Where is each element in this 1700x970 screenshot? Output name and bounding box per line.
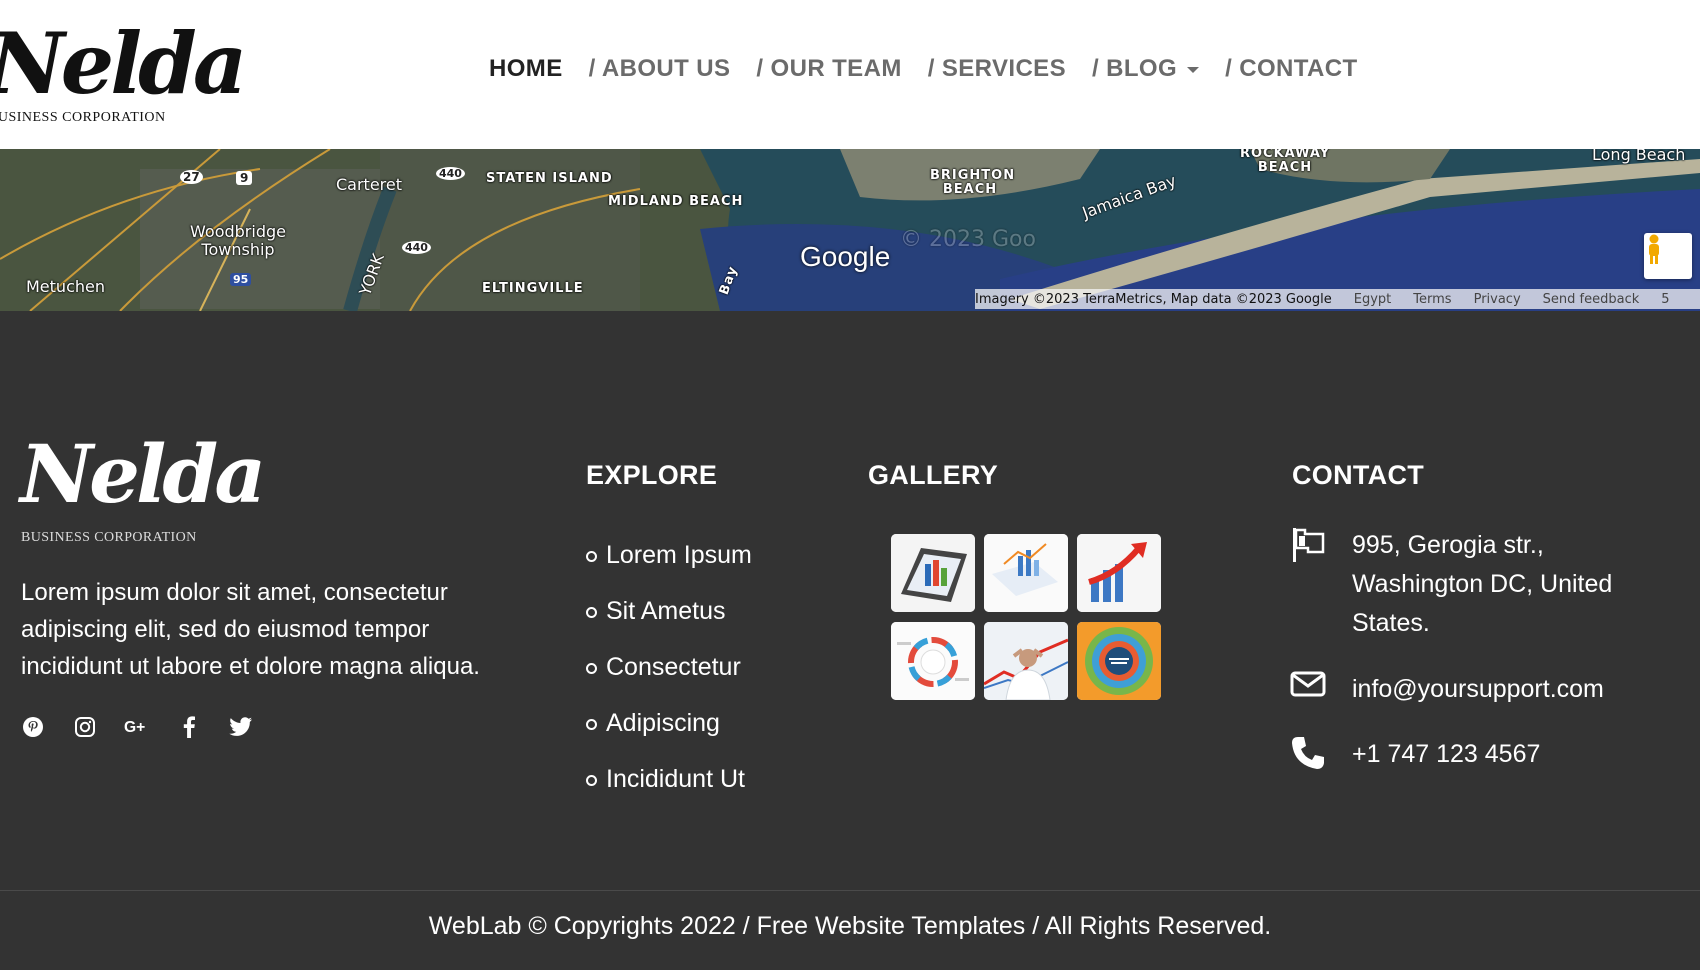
gallery-thumb-documents-chart[interactable] bbox=[984, 534, 1068, 612]
route-shield-27: 27 bbox=[180, 170, 203, 184]
pinterest-icon[interactable] bbox=[20, 714, 46, 740]
contact-heading: CONTACT bbox=[1292, 460, 1425, 490]
phone-icon bbox=[1288, 735, 1328, 775]
contact-phone-text[interactable]: +1 747 123 4567 bbox=[1352, 735, 1540, 775]
nav-home[interactable]: HOME bbox=[489, 55, 563, 83]
pegman-icon[interactable] bbox=[1644, 233, 1692, 279]
map-label-brighton-beach: BRIGHTON BEACH bbox=[930, 168, 1016, 197]
map-label-rockaway-beach: ROCKAWAY BEACH bbox=[1240, 149, 1331, 175]
explore-link-label: Consectetur bbox=[606, 652, 741, 681]
contact-address: 995, Gerogia str., Washington DC, United… bbox=[1288, 526, 1652, 643]
explore-link-label: Lorem Ipsum bbox=[606, 540, 752, 569]
nav-services[interactable]: / SERVICES bbox=[928, 55, 1066, 83]
map-label-midland-beach: MIDLAND BEACH bbox=[608, 194, 744, 209]
envelope-icon bbox=[1288, 670, 1328, 710]
map-watermark: © 2023 Goo bbox=[900, 227, 1036, 252]
route-shield-9: 9 bbox=[236, 171, 253, 185]
nav-our-team[interactable]: / OUR TEAM bbox=[756, 55, 901, 83]
facebook-icon[interactable] bbox=[176, 714, 202, 740]
google-logo: Google bbox=[800, 241, 891, 272]
footer-divider bbox=[0, 890, 1700, 891]
explore-link[interactable]: Sit Ametus bbox=[586, 583, 752, 639]
circle-bullet-icon bbox=[586, 607, 597, 618]
circle-bullet-icon bbox=[586, 663, 597, 674]
gallery-thumb-tablet-chart[interactable] bbox=[891, 534, 975, 612]
explore-link[interactable]: Adipiscing bbox=[586, 695, 752, 751]
copyright-bar: WebLab © Copyrights 2022 / Free Website … bbox=[0, 912, 1700, 941]
nav-about-us[interactable]: / ABOUT US bbox=[589, 55, 731, 83]
circle-bullet-icon bbox=[586, 719, 597, 730]
copyright-prefix: WebLab © Copyrights 2022 / bbox=[428, 912, 757, 940]
gallery-heading: GALLERY bbox=[868, 460, 999, 490]
footer-about-text: Lorem ipsum dolor sit amet, consectetur … bbox=[21, 579, 480, 680]
map-link-privacy[interactable]: Privacy bbox=[1474, 292, 1521, 307]
site-header: Nelda BUSINESS CORPORATION HOME / ABOUT … bbox=[0, 0, 1700, 149]
map-label-carteret: Carteret bbox=[336, 175, 403, 194]
map-label-long-beach: Long Beach bbox=[1592, 149, 1686, 164]
twitter-icon[interactable] bbox=[228, 714, 254, 740]
logo-script: Nelda bbox=[0, 14, 247, 113]
gallery-grid bbox=[891, 534, 1161, 700]
footer-logo[interactable]: Nelda BUSINESS CORPORATION bbox=[20, 426, 266, 546]
instagram-icon[interactable] bbox=[72, 714, 98, 740]
google-plus-icon[interactable]: G+ bbox=[124, 714, 150, 740]
map-link-terms[interactable]: Terms bbox=[1413, 292, 1451, 307]
social-links: G+ bbox=[20, 714, 280, 740]
logo-subtitle: BUSINESS CORPORATION bbox=[0, 110, 166, 125]
contact-email[interactable]: info@yoursupport.com bbox=[1288, 670, 1604, 710]
explore-link-label: Sit Ametus bbox=[606, 596, 726, 625]
footer-logo-subtitle: BUSINESS CORPORATION bbox=[21, 530, 197, 545]
flag-icon bbox=[1288, 526, 1328, 566]
map-label-eltingville: ELTINGVILLE bbox=[482, 281, 584, 296]
circle-bullet-icon bbox=[586, 551, 597, 562]
gallery-thumb-cycle-diagram[interactable] bbox=[891, 622, 975, 700]
explore-link[interactable]: Incididunt Ut bbox=[586, 751, 752, 807]
footer-logo-script: Nelda bbox=[20, 427, 266, 521]
gallery-thumb-businessman[interactable] bbox=[984, 622, 1068, 700]
explore-heading: EXPLORE bbox=[586, 460, 718, 490]
route-shield-95: 95 bbox=[230, 273, 252, 286]
contact-address-text: 995, Gerogia str., Washington DC, United… bbox=[1352, 531, 1613, 637]
map-link-send-feedback[interactable]: Send feedback bbox=[1543, 292, 1640, 307]
map-label-staten-island: STATEN ISLAND bbox=[486, 171, 613, 186]
copyright-suffix: / All Rights Reserved. bbox=[1025, 912, 1272, 940]
route-shield-440-south: 440 bbox=[402, 241, 431, 254]
main-nav: HOME / ABOUT US / OUR TEAM / SERVICES / … bbox=[489, 52, 1384, 86]
map-link-region[interactable]: Egypt bbox=[1354, 292, 1392, 307]
explore-link[interactable]: Lorem Ipsum bbox=[586, 527, 752, 583]
copyright-templates-link[interactable]: Free Website Templates bbox=[757, 912, 1026, 940]
map-label-metuchen: Metuchen bbox=[26, 277, 105, 296]
explore-link-label: Incididunt Ut bbox=[606, 764, 745, 793]
nav-blog-label: / BLOG bbox=[1092, 55, 1178, 82]
site-logo[interactable]: Nelda BUSINESS CORPORATION bbox=[0, 14, 247, 132]
contact-phone[interactable]: +1 747 123 4567 bbox=[1288, 735, 1540, 775]
circle-bullet-icon bbox=[586, 775, 597, 786]
route-shield-440-north: 440 bbox=[436, 167, 465, 180]
contact-email-text[interactable]: info@yoursupport.com bbox=[1352, 670, 1604, 710]
gallery-thumb-circular-infographic[interactable] bbox=[1077, 622, 1161, 700]
nav-blog[interactable]: / BLOG bbox=[1092, 55, 1200, 83]
google-map[interactable]: Carteret STATEN ISLAND MIDLAND BEACH BRI… bbox=[0, 149, 1700, 311]
map-attribution-text: Imagery ©2023 TerraMetrics, Map data ©20… bbox=[975, 291, 1332, 307]
nav-contact[interactable]: / CONTACT bbox=[1225, 55, 1357, 83]
map-scale: 5 bbox=[1661, 291, 1670, 307]
map-attribution-bar: Imagery ©2023 TerraMetrics, Map data ©20… bbox=[975, 289, 1700, 309]
svg-text:G+: G+ bbox=[124, 719, 145, 736]
chevron-down-icon bbox=[1187, 67, 1200, 73]
gallery-thumb-growth-arrow[interactable] bbox=[1077, 534, 1161, 612]
map-label-woodbridge: Woodbridge Township bbox=[190, 222, 286, 259]
explore-link[interactable]: Consectetur bbox=[586, 639, 752, 695]
explore-link-label: Adipiscing bbox=[606, 708, 720, 737]
explore-list: Lorem Ipsum Sit Ametus Consectetur Adipi… bbox=[586, 527, 752, 807]
